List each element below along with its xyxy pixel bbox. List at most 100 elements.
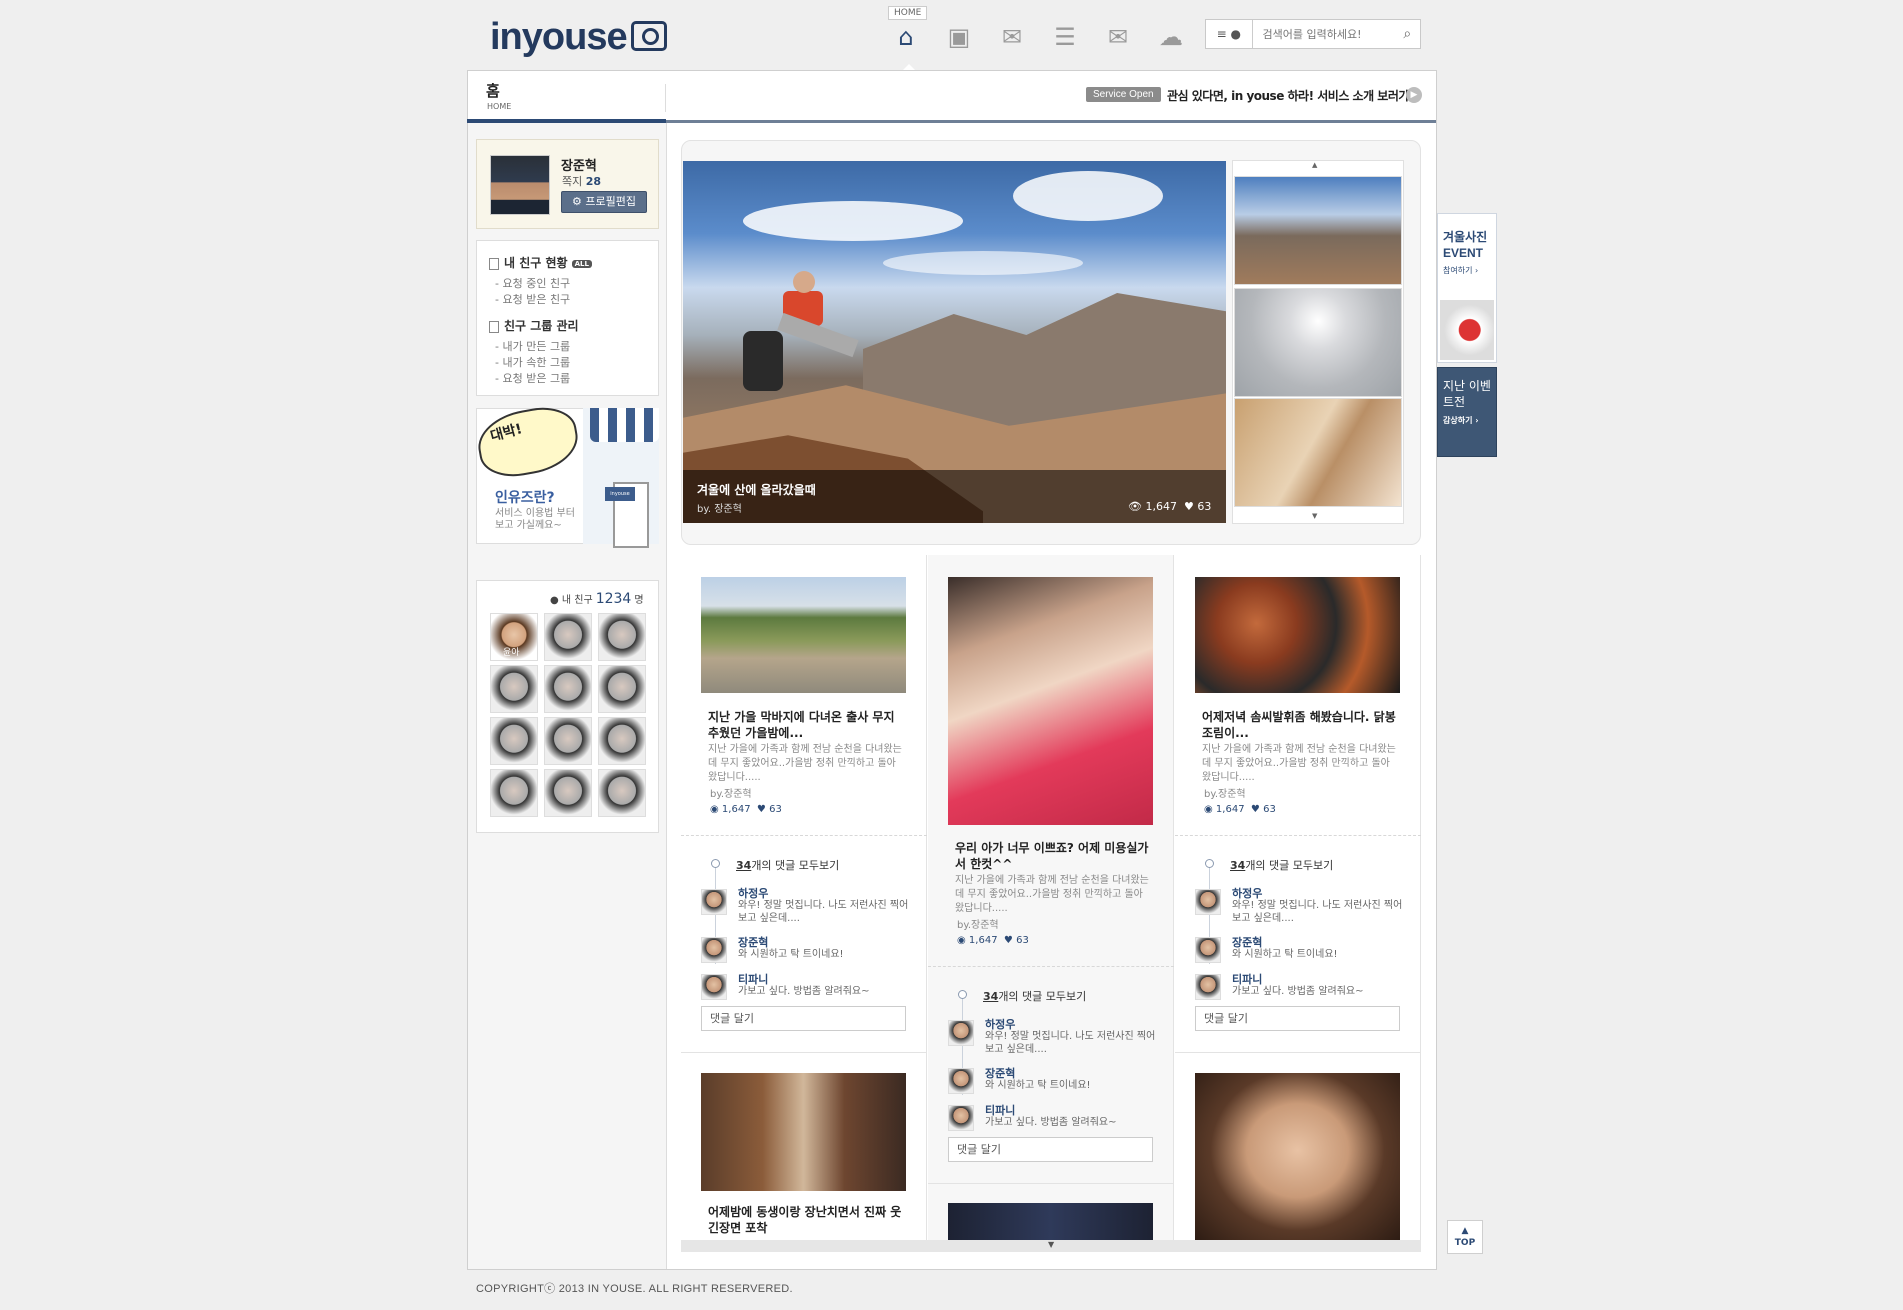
eye-icon: ◉ <box>957 935 966 946</box>
page-subtitle: HOME <box>487 102 512 111</box>
past-event-link[interactable]: 감상하기 › <box>1443 415 1479 426</box>
menu-item-label: 요청 받은 친구 <box>502 293 571 306</box>
avatar[interactable] <box>701 889 727 915</box>
divider <box>928 1183 1174 1184</box>
eye-icon: ◉ <box>1204 804 1213 815</box>
view-all-comments[interactable]: 34개의 댓글 모두보기 <box>736 857 839 873</box>
edit-profile-button[interactable]: ⚙ 프로필편집 <box>561 191 647 213</box>
message-count[interactable]: 쪽지 28 <box>562 173 601 189</box>
thumbnail[interactable] <box>1234 398 1402 507</box>
friend-thumbnail[interactable] <box>544 769 592 817</box>
search-filter-button[interactable]: ≡ ● <box>1206 20 1253 48</box>
menu-item[interactable]: - 요청 받은 친구 <box>495 291 570 307</box>
gear-icon: ⚙ <box>572 195 582 208</box>
chevron-down-icon[interactable]: ▼ <box>1048 1240 1054 1249</box>
photo-feed: 지난 가을 막바지에 다녀온 출사 무지 추웠던 가을밤에... 지난 가을에 … <box>681 555 1421 1245</box>
event-title: 겨울사진 EVENT <box>1443 230 1488 260</box>
avatar[interactable] <box>948 1105 974 1131</box>
view-all-comments[interactable]: 34개의 댓글 모두보기 <box>1230 857 1333 873</box>
menu-item[interactable]: - 내가 속한 그룹 <box>495 354 570 370</box>
site-logo[interactable]: inyouse <box>490 16 667 59</box>
post-image[interactable] <box>1195 577 1400 693</box>
all-badge[interactable]: ALL <box>571 259 592 268</box>
top-label: TOP <box>1454 1238 1476 1248</box>
post-image[interactable] <box>701 577 906 693</box>
search-bar: ≡ ● ⌕ <box>1205 19 1421 49</box>
avatar[interactable] <box>490 155 550 215</box>
shop-sign: inyouse <box>605 487 635 501</box>
friend-thumbnail[interactable] <box>544 717 592 765</box>
arrow-down-icon[interactable]: ▼ <box>1312 512 1317 520</box>
friend-group-title: 친구 그룹 관리 <box>504 319 579 333</box>
friend-thumbnail[interactable] <box>490 717 538 765</box>
friend-group-heading[interactable]: 친구 그룹 관리 <box>489 317 579 334</box>
banner-subtitle: 서비스 이용법 부터 보고 가실께요~ <box>495 508 575 532</box>
chat-icon[interactable]: ☁ <box>1153 22 1189 52</box>
avatar[interactable] <box>701 974 727 1000</box>
arrow-right-icon[interactable]: ▶ <box>1406 87 1422 103</box>
save-icon[interactable]: ▣ <box>941 22 977 52</box>
friend-thumbnail[interactable] <box>544 665 592 713</box>
friend-thumbnail[interactable] <box>544 613 592 661</box>
comment-count: 34 <box>1230 859 1246 872</box>
service-badge: Service Open <box>1086 87 1161 102</box>
friend-thumbnail[interactable] <box>490 769 538 817</box>
event-join-link[interactable]: 참여하기 › <box>1443 265 1478 276</box>
past-event-title: 지난 이벤트전 <box>1443 379 1491 409</box>
service-intro-link[interactable]: 관심 있다면, in youse 하라! 서비스 소개 보러가기 <box>1167 87 1420 104</box>
friend-thumbnail[interactable] <box>598 769 646 817</box>
camera-icon <box>630 21 667 51</box>
post-image[interactable] <box>701 1073 906 1191</box>
photos-icon[interactable]: ✉ <box>994 22 1030 52</box>
avatar[interactable] <box>1195 889 1221 915</box>
post-image[interactable] <box>948 577 1153 825</box>
logo-text: inyouse <box>490 16 628 58</box>
timeline-dot <box>711 859 720 868</box>
post-title[interactable]: 지난 가을 막바지에 다녀온 출사 무지 추웠던 가을밤에... <box>708 709 903 741</box>
search-input[interactable] <box>1252 26 1395 42</box>
post-title[interactable]: 어제밤에 동생이랑 장난치면서 진짜 웃긴장면 포착 <box>708 1204 903 1236</box>
menu-item[interactable]: - 내가 만든 그룹 <box>495 338 570 354</box>
avatar[interactable] <box>1195 974 1221 1000</box>
avatar[interactable] <box>948 1068 974 1094</box>
thumbnail[interactable] <box>1234 176 1402 285</box>
comment-input[interactable]: 댓글 달기 <box>948 1137 1153 1162</box>
back-to-top-button[interactable]: ▲ TOP <box>1447 1220 1483 1254</box>
mail-icon[interactable]: ✉ <box>1100 22 1136 52</box>
page-title: 홈 <box>486 82 500 100</box>
feed-column: 지난 가을 막바지에 다녀온 출사 무지 추웠던 가을밤에... 지난 가을에 … <box>681 555 927 1245</box>
edit-profile-label: 프로필편집 <box>585 195 636 208</box>
post-author: by.장준혁 <box>1204 789 1246 800</box>
avatar[interactable] <box>1195 937 1221 963</box>
friend-thumbnail[interactable] <box>490 665 538 713</box>
friend-thumbnail[interactable] <box>598 665 646 713</box>
featured-title[interactable]: 겨울에 산에 올라갔을때 <box>697 481 816 498</box>
feed-column: 우리 아가 너무 이쁘죠? 어제 미용실가서 한컷^^ 지난 가을에 가족과 함… <box>928 555 1174 1245</box>
search-icon[interactable]: ⌕ <box>1395 26 1420 42</box>
post-image[interactable] <box>948 1203 1153 1245</box>
post-image[interactable] <box>1195 1073 1400 1245</box>
friend-thumbnail[interactable] <box>598 717 646 765</box>
contacts-icon[interactable]: ☰ <box>1047 22 1083 52</box>
heart-icon: ♥ <box>1183 500 1194 513</box>
avatar[interactable] <box>948 1020 974 1046</box>
arrow-up-icon[interactable]: ▲ <box>1312 161 1317 169</box>
post-title[interactable]: 우리 아가 너무 이쁘죠? 어제 미용실가서 한컷^^ <box>955 840 1150 872</box>
event-illustration <box>1440 300 1494 360</box>
comment-input[interactable]: 댓글 달기 <box>1195 1006 1400 1031</box>
menu-item[interactable]: - 요청 중인 친구 <box>495 275 570 291</box>
post-title[interactable]: 어제저녁 솜씨발휘좀 해봤습니다. 닭봉 조림이... <box>1202 709 1397 741</box>
thumbnail[interactable] <box>1234 288 1402 397</box>
comment-input[interactable]: 댓글 달기 <box>701 1006 906 1031</box>
eye-icon: ◉ <box>710 804 719 815</box>
menu-item[interactable]: - 요청 받은 그룹 <box>495 370 570 386</box>
home-icon[interactable]: ⌂ <box>888 22 924 52</box>
avatar[interactable] <box>701 937 727 963</box>
friend-thumbnail[interactable] <box>598 613 646 661</box>
view-all-comments[interactable]: 34개의 댓글 모두보기 <box>983 988 1086 1004</box>
friend-status-heading[interactable]: 내 친구 현황 ALL <box>489 254 592 271</box>
feed-column: 어제저녁 솜씨발휘좀 해봤습니다. 닭봉 조림이... 지난 가을에 가족과 함… <box>1175 555 1421 1245</box>
featured-photo[interactable] <box>683 161 1226 523</box>
timeline-dot <box>1205 859 1214 868</box>
friend-thumbnail[interactable]: 윤아 <box>490 613 538 661</box>
